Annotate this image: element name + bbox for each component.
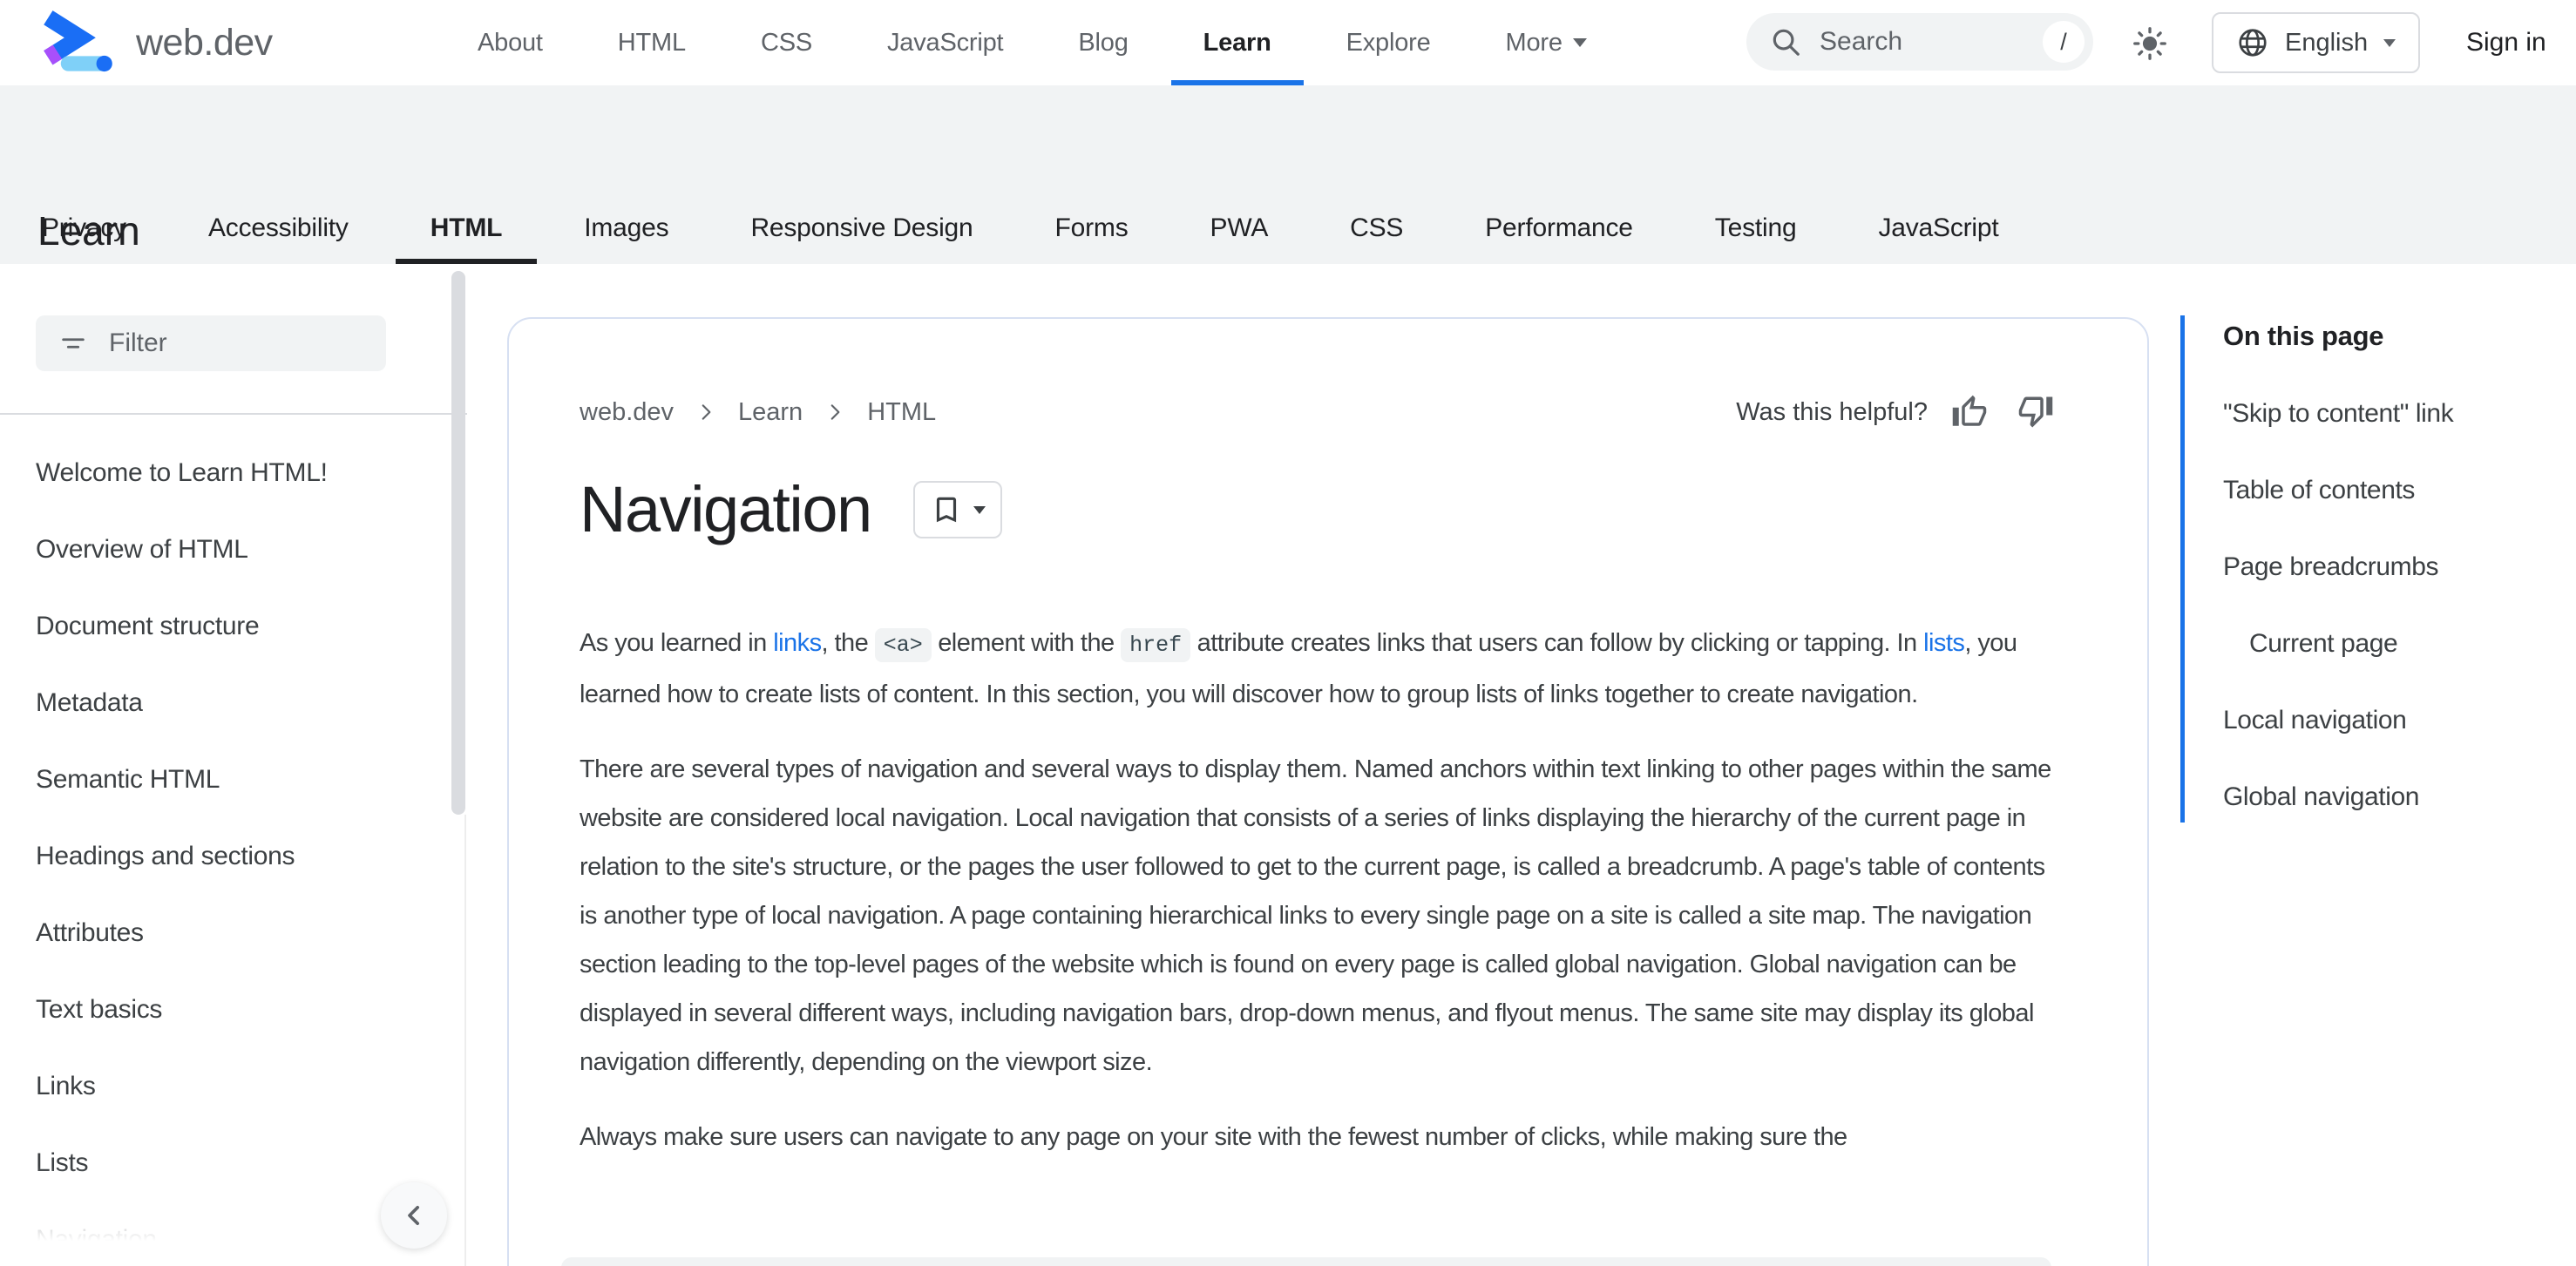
lists-inline-link[interactable]: lists xyxy=(1923,629,1965,657)
breadcrumb-learn[interactable]: Learn xyxy=(738,398,803,427)
nav-item-javascript[interactable]: JavaScript xyxy=(850,0,1041,85)
next-block-edge xyxy=(561,1257,2051,1266)
chevron-left-icon xyxy=(397,1198,431,1233)
filter-icon xyxy=(58,328,88,358)
tab-performance[interactable]: Performance xyxy=(1450,193,1668,264)
theme-toggle-button[interactable] xyxy=(2130,24,2170,64)
sign-in-button[interactable]: Sign in xyxy=(2466,0,2546,85)
nav-item-about[interactable]: About xyxy=(440,0,580,85)
article-body: As you learned in links, the <a> element… xyxy=(580,619,2060,1161)
chevron-right-icon xyxy=(824,401,846,423)
toc-item-global-navigation[interactable]: Global navigation xyxy=(2223,759,2555,836)
search-input[interactable]: Search / xyxy=(1746,13,2093,71)
tab-testing[interactable]: Testing xyxy=(1680,193,1832,264)
nav-item-blog[interactable]: Blog xyxy=(1041,0,1165,85)
tab-html[interactable]: HTML xyxy=(395,193,538,264)
filter-placeholder: Filter xyxy=(109,328,167,357)
main-nav: About HTML CSS JavaScript Blog Learn Exp… xyxy=(440,0,1624,85)
sidebar-item-navigation[interactable]: Navigation xyxy=(0,1202,440,1266)
sidebar-item-headings-sections[interactable]: Headings and sections xyxy=(0,818,440,895)
nav-item-more[interactable]: More xyxy=(1468,0,1624,85)
sidebar-scrollbar-thumb[interactable] xyxy=(451,271,465,815)
thumbs-down-button[interactable] xyxy=(2011,388,2060,437)
helpful-label: Was this helpful? xyxy=(1736,397,1928,426)
language-selector[interactable]: English xyxy=(2212,12,2421,73)
sidebar-item-links[interactable]: Links xyxy=(0,1048,440,1125)
tab-css[interactable]: CSS xyxy=(1315,193,1438,264)
search-placeholder: Search xyxy=(1820,27,1903,56)
webdev-logo[interactable]: web.dev xyxy=(35,0,273,85)
chevron-right-icon xyxy=(695,401,717,423)
sidebar-item-overview[interactable]: Overview of HTML xyxy=(0,511,440,588)
chevron-down-icon xyxy=(2383,38,2396,47)
toc-item-skip-to-content[interactable]: "Skip to content" link xyxy=(2223,376,2555,452)
sidebar-item-attributes[interactable]: Attributes xyxy=(0,895,440,972)
toc-item-table-of-contents[interactable]: Table of contents xyxy=(2223,452,2555,529)
globe-icon xyxy=(2236,26,2269,59)
tab-forms[interactable]: Forms xyxy=(1020,193,1163,264)
feedback-widget: Was this helpful? xyxy=(1736,388,2060,437)
tab-privacy[interactable]: Privacy xyxy=(7,193,161,264)
sidebar-scrollbar-track xyxy=(464,815,466,1266)
title-row: Navigation xyxy=(580,467,2060,552)
nav-item-html[interactable]: HTML xyxy=(580,0,723,85)
toc-item-page-breadcrumbs[interactable]: Page breadcrumbs xyxy=(2223,529,2555,606)
language-label: English xyxy=(2285,28,2369,57)
paragraph: There are several types of navigation an… xyxy=(580,755,2051,1076)
nav-item-explore[interactable]: Explore xyxy=(1309,0,1468,85)
chevron-down-icon xyxy=(1572,38,1587,47)
toc-item-current-page[interactable]: Current page xyxy=(2223,606,2555,682)
course-tabs: Privacy Accessibility HTML Images Respon… xyxy=(7,193,2034,264)
toc-heading: On this page xyxy=(2223,321,2384,351)
tab-pwa[interactable]: PWA xyxy=(1176,193,1304,264)
sidebar-item-metadata[interactable]: Metadata xyxy=(0,665,440,741)
code-href-attribute: href xyxy=(1121,628,1191,662)
tab-javascript[interactable]: JavaScript xyxy=(1843,193,2033,264)
search-shortcut-badge: / xyxy=(2043,21,2085,63)
search-icon xyxy=(1769,25,1802,58)
thumbs-up-button[interactable] xyxy=(1945,388,1994,437)
nav-item-css[interactable]: CSS xyxy=(723,0,850,85)
toc-item-local-navigation[interactable]: Local navigation xyxy=(2223,682,2555,759)
brand-text: web.dev xyxy=(136,21,273,64)
course-sidebar: Filter Welcome to Learn HTML! Overview o… xyxy=(0,264,488,1266)
sidebar-divider xyxy=(0,413,467,415)
sidebar-item-text-basics[interactable]: Text basics xyxy=(0,972,440,1048)
lesson-list: Welcome to Learn HTML! Overview of HTML … xyxy=(0,435,440,1266)
tab-images[interactable]: Images xyxy=(549,193,703,264)
tab-responsive-design[interactable]: Responsive Design xyxy=(715,193,1007,264)
bookmark-button[interactable] xyxy=(912,481,1002,538)
sidebar-item-welcome[interactable]: Welcome to Learn HTML! xyxy=(0,435,440,511)
breadcrumb-webdev[interactable]: web.dev xyxy=(580,398,674,427)
on-this-page-toc: On this page "Skip to content" link Tabl… xyxy=(2180,312,2555,836)
breadcrumb-html[interactable]: HTML xyxy=(867,398,936,427)
sidebar-collapse-button[interactable] xyxy=(381,1182,447,1249)
article-card: web.dev Learn HTML Was this helpful? Nav… xyxy=(507,317,2149,1266)
chevron-down-icon xyxy=(973,505,986,514)
paragraph: As you learned in links, the <a> element… xyxy=(580,628,2017,708)
sidebar-item-lists[interactable]: Lists xyxy=(0,1125,440,1202)
page-title: Navigation xyxy=(580,473,872,545)
top-bar: web.dev About HTML CSS JavaScript Blog L… xyxy=(0,0,2576,85)
filter-input[interactable]: Filter xyxy=(36,315,386,371)
links-inline-link[interactable]: links xyxy=(773,629,822,657)
paragraph: Always make sure users can navigate to a… xyxy=(580,1123,1847,1151)
toc-list: "Skip to content" link Table of contents… xyxy=(2223,376,2555,836)
tab-accessibility[interactable]: Accessibility xyxy=(173,193,383,264)
nav-item-learn[interactable]: Learn xyxy=(1166,0,1309,85)
bookmark-icon xyxy=(930,493,963,526)
code-a-element: <a> xyxy=(874,628,932,662)
learn-header: Learn Privacy Accessibility HTML Images … xyxy=(0,85,2576,264)
sidebar-item-semantic-html[interactable]: Semantic HTML xyxy=(0,741,440,818)
webdev-logo-icon xyxy=(35,10,119,75)
article-header-row: web.dev Learn HTML Was this helpful? xyxy=(580,394,2060,430)
breadcrumb: web.dev Learn HTML xyxy=(580,398,936,427)
sun-icon xyxy=(2131,24,2169,63)
toc-accent-bar xyxy=(2180,315,2185,823)
sidebar-item-document-structure[interactable]: Document structure xyxy=(0,588,440,665)
